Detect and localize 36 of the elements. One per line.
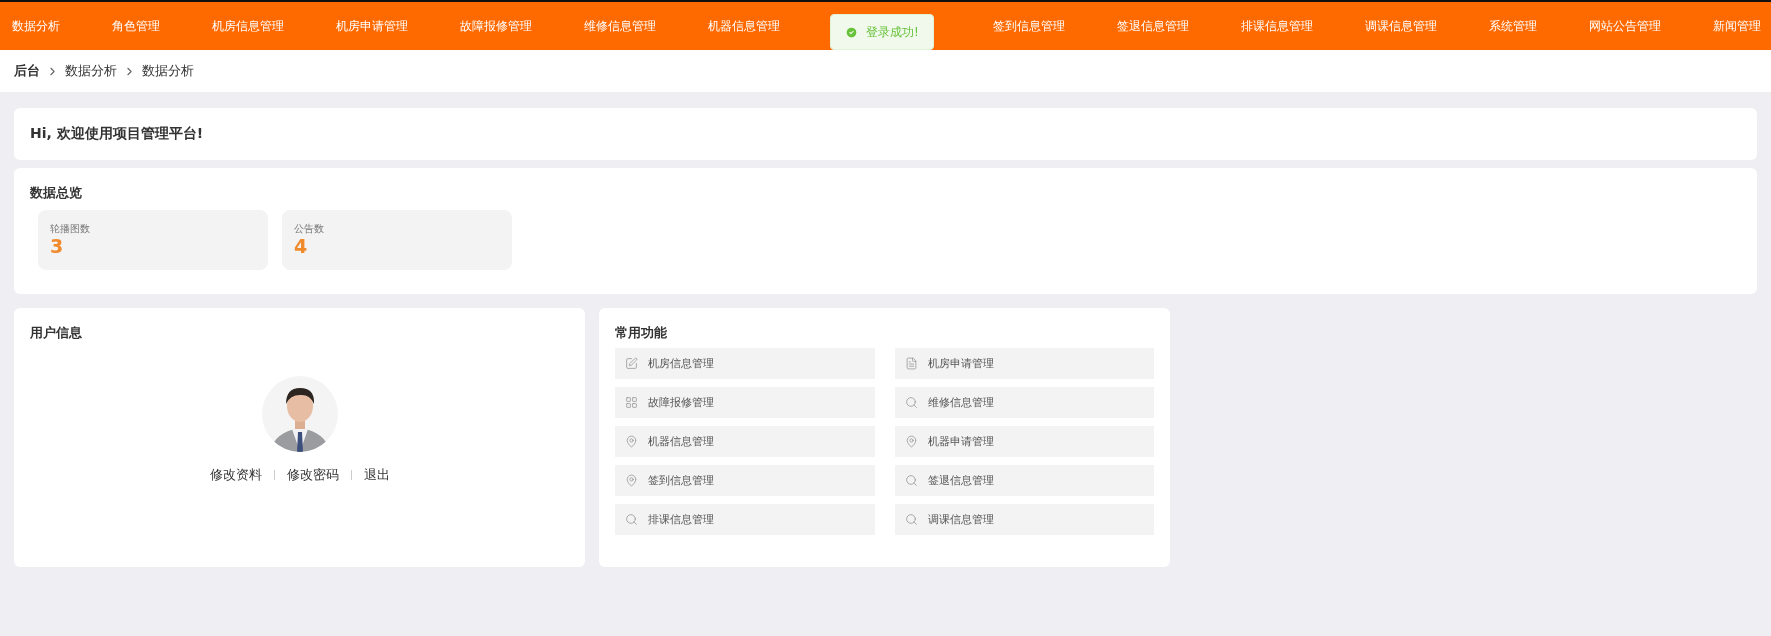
search-icon	[904, 513, 918, 526]
edit-icon	[625, 357, 638, 370]
card-title: 用户信息	[30, 324, 83, 342]
check-icon	[845, 25, 858, 39]
grid-icon	[625, 396, 638, 409]
profile-link[interactable]: 修改资料	[209, 466, 262, 484]
search-icon	[904, 474, 918, 487]
quick-function-item[interactable]: 机器申请管理	[894, 426, 1154, 457]
search-icon	[904, 396, 918, 409]
quick-function-item[interactable]: 机房申请管理	[894, 348, 1154, 379]
pin-icon	[625, 435, 638, 448]
quick-function-item[interactable]: 维修信息管理	[894, 387, 1154, 418]
quick-function-item[interactable]: 调课信息管理	[894, 504, 1154, 535]
search-icon	[625, 513, 638, 526]
stat-value: 3	[50, 236, 65, 256]
card-title: 数据总览	[30, 184, 83, 202]
quick-function-item[interactable]: 排课信息管理	[615, 504, 875, 535]
profile-link[interactable]: 退出	[363, 466, 390, 484]
toast-message: 登录成功!	[866, 23, 919, 41]
quick-function-item[interactable]: 签退信息管理	[894, 465, 1154, 496]
document-icon	[904, 357, 918, 370]
stat-value: 4	[294, 236, 309, 256]
pin-icon	[625, 474, 638, 487]
quick-function-item[interactable]: 机房信息管理	[615, 348, 875, 379]
profile-link[interactable]: 修改密码	[286, 466, 339, 484]
breadcrumb-item[interactable]: 数据分析	[65, 62, 117, 80]
breadcrumb-item[interactable]: 后台	[14, 62, 40, 80]
card-title: 常用功能	[615, 324, 668, 342]
breadcrumb-item[interactable]: 数据分析	[142, 62, 194, 80]
quick-function-item[interactable]: 签到信息管理	[615, 465, 875, 496]
stat-label: 轮播图数	[50, 222, 91, 236]
quick-function-item[interactable]: 故障报修管理	[615, 387, 875, 418]
quick-function-item[interactable]: 机器信息管理	[615, 426, 875, 457]
stat-label: 公告数	[294, 222, 325, 236]
welcome-card: Hi, 欢迎使用项目管理平台!	[14, 108, 1757, 160]
pin-icon	[904, 435, 918, 448]
